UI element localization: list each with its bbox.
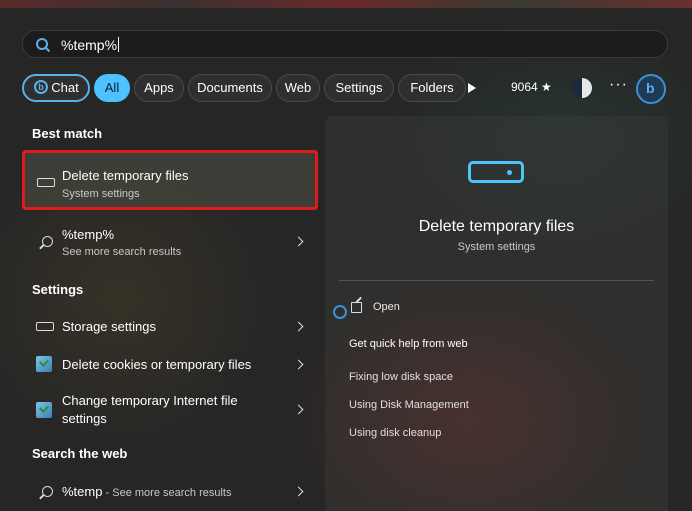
bing-icon: b xyxy=(646,80,655,96)
more-options-icon[interactable]: ··· xyxy=(609,76,628,94)
web-search-query: %temp xyxy=(62,484,103,499)
storage-settings-item[interactable]: Storage settings xyxy=(22,312,318,340)
drive-icon xyxy=(37,178,55,187)
web-filter-button[interactable]: Web xyxy=(276,74,320,102)
internet-file-settings-item[interactable]: Change temporary Internet file settings xyxy=(22,388,318,432)
web-search-suffix: - See more search results xyxy=(102,487,232,499)
chat-filter-button[interactable]: b Chat xyxy=(22,74,90,102)
drive-icon xyxy=(468,161,524,183)
chevron-right-icon xyxy=(293,359,304,370)
chevron-right-icon xyxy=(293,486,304,497)
quick-help-header: Get quick help from web xyxy=(349,338,468,350)
chevron-right-icon xyxy=(293,404,304,415)
bing-button[interactable]: b xyxy=(636,74,666,104)
web-search-item[interactable]: %temp - See more search results xyxy=(22,478,318,506)
more-filters-arrow-icon[interactable] xyxy=(468,83,476,93)
best-match-header: Best match xyxy=(32,126,103,141)
settings-filter-button[interactable]: Settings xyxy=(324,74,394,102)
chevron-right-icon xyxy=(293,321,304,332)
best-match-title: Delete temporary files xyxy=(62,168,189,183)
search-input[interactable]: %temp% xyxy=(61,37,120,53)
filter-bar: b Chat All Apps Documents Web Settings F… xyxy=(22,74,668,104)
control-panel-icon xyxy=(36,356,52,372)
internet-file-settings-label-line1: Change temporary Internet file xyxy=(62,393,238,408)
avatar[interactable] xyxy=(572,78,592,98)
best-match-item[interactable]: Delete temporary files System settings xyxy=(22,150,318,210)
preview-subtitle: System settings xyxy=(457,241,536,253)
search-more-title: %temp% xyxy=(62,227,115,242)
trophy-icon: ★ xyxy=(541,80,552,94)
control-panel-icon xyxy=(36,402,52,418)
help-link-disk-cleanup[interactable]: Using disk cleanup xyxy=(349,427,441,439)
delete-cookies-item[interactable]: Delete cookies or temporary files xyxy=(22,350,318,378)
documents-filter-button[interactable]: Documents xyxy=(188,74,272,102)
search-web-header: Search the web xyxy=(32,446,128,461)
best-match-subtitle: System settings xyxy=(62,188,140,200)
open-label: Open xyxy=(373,301,400,313)
delete-cookies-label: Delete cookies or temporary files xyxy=(62,357,252,372)
apps-filter-button[interactable]: Apps xyxy=(134,74,184,102)
divider xyxy=(339,280,654,281)
search-icon xyxy=(42,486,53,497)
help-link-low-disk-space[interactable]: Fixing low disk space xyxy=(349,371,453,383)
busy-cursor-icon xyxy=(333,305,347,319)
storage-settings-label: Storage settings xyxy=(62,319,156,334)
help-link-disk-management[interactable]: Using Disk Management xyxy=(349,399,469,411)
drive-icon xyxy=(36,322,54,331)
folders-filter-button[interactable]: Folders xyxy=(398,74,466,102)
settings-header: Settings xyxy=(32,282,84,297)
wallpaper-strip xyxy=(0,0,692,8)
search-box[interactable]: %temp% xyxy=(22,30,668,58)
preview-pane: Delete temporary files System settings O… xyxy=(325,116,668,511)
open-external-icon xyxy=(351,302,362,313)
rewards-points[interactable]: 9064 ★ xyxy=(511,80,552,94)
search-more-item[interactable]: %temp% See more search results xyxy=(22,218,318,266)
search-more-subtitle: See more search results xyxy=(62,246,182,258)
all-filter-button[interactable]: All xyxy=(94,74,130,102)
search-icon xyxy=(36,38,51,53)
chevron-right-icon xyxy=(293,236,304,247)
bing-chat-icon: b xyxy=(34,80,48,94)
internet-file-settings-label-line2: settings xyxy=(62,411,107,426)
search-icon xyxy=(42,236,53,247)
preview-title: Delete temporary files xyxy=(418,218,575,235)
